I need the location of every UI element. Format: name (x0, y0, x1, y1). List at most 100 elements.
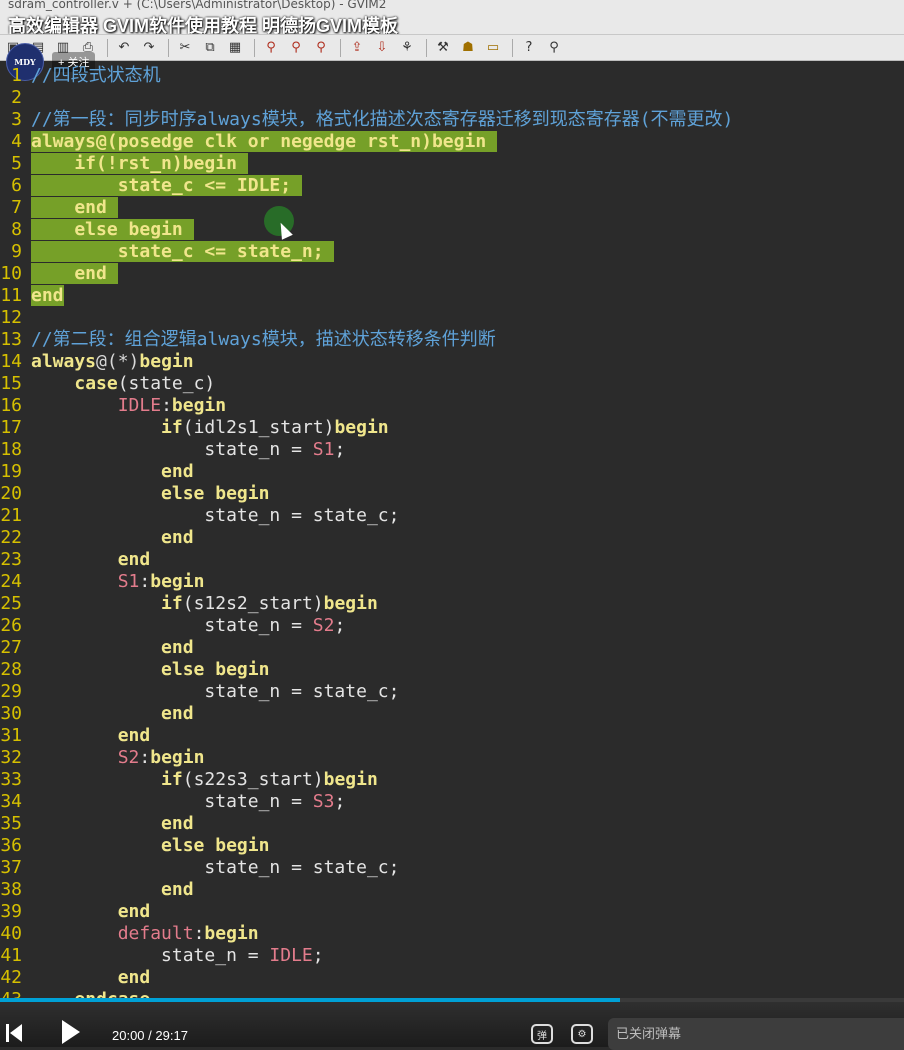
code-line[interactable]: 21 state_n = state_c; (0, 505, 399, 527)
code-line[interactable]: 25 if(s12s2_start)begin (0, 593, 378, 615)
code-line[interactable]: 11 end (0, 285, 64, 307)
code-text: S2:begin (22, 747, 205, 769)
find-replace-icon[interactable]: ⚲ (260, 38, 282, 58)
run-script-icon[interactable]: ⚘ (396, 38, 418, 58)
code-keyword: begin (323, 593, 378, 614)
save-session-icon[interactable]: ⇩ (371, 38, 393, 58)
code-line[interactable]: 26 state_n = S2; (0, 615, 345, 637)
code-text: state_c <= state_n; (22, 241, 335, 263)
code-token: state_n = (31, 615, 313, 636)
code-text: end (22, 285, 64, 307)
make-icon[interactable]: ⚒ (432, 38, 454, 58)
code-token: state_n = state_c; (31, 505, 400, 526)
line-number: 32 (0, 747, 22, 768)
code-keyword: end (161, 813, 194, 834)
code-line[interactable]: 33 if(s22s3_start)begin (0, 769, 378, 791)
code-line[interactable]: 41 state_n = IDLE; (0, 945, 323, 967)
toolbar-divider (512, 38, 513, 57)
copy-icon[interactable]: ⧉ (199, 38, 221, 58)
toolbar-divider (426, 38, 427, 57)
code-line[interactable]: 28 else begin (0, 659, 269, 681)
code-text: else begin (22, 659, 269, 681)
code-line[interactable]: 9 state_c <= state_n; (0, 241, 335, 263)
code-line[interactable]: 6 state_c <= IDLE; (0, 175, 302, 197)
line-number: 19 (0, 461, 22, 482)
previous-icon[interactable] (6, 1024, 9, 1042)
line-number: 23 (0, 549, 22, 570)
code-line[interactable]: 40 default:begin (0, 923, 258, 945)
code-comment: //第一段：同步时序always模块，格式化描述次态寄存器迁移到现态寄存器(不需… (31, 109, 734, 130)
toolbar: ▣ ▤ ▥ ⎙ ↶ ↷ ✂ ⧉ ▦ ⚲ ⚲ ⚲ ⇪ ⇩ ⚘ ⚒ ☗ ▭ ? ⚲ (0, 35, 904, 61)
code-text: end (22, 527, 194, 549)
redo-icon[interactable]: ↷ (138, 38, 160, 58)
code-line[interactable]: 12 (0, 307, 31, 329)
code-line[interactable]: 15 case(state_c) (0, 373, 215, 395)
code-selection: always@(posedge clk or negedge rst_n)beg… (31, 131, 497, 152)
danmaku-input[interactable]: 已关闭弹幕 (608, 1018, 904, 1050)
code-line[interactable]: 20 else begin (0, 483, 269, 505)
code-text: case(state_c) (22, 373, 215, 395)
code-selection: state_c <= state_n; (31, 241, 335, 262)
code-line[interactable]: 16 IDLE:begin (0, 395, 226, 417)
help-icon[interactable]: ? (518, 38, 540, 58)
code-line[interactable]: 1 //四段式状态机 (0, 65, 161, 87)
find-prev-icon[interactable]: ⚲ (310, 38, 332, 58)
code-constant: S1 (312, 439, 335, 460)
code-text: always@(posedge clk or negedge rst_n)beg… (22, 131, 497, 153)
code-line[interactable]: 14 always@(*)begin (0, 351, 193, 373)
code-line[interactable]: 37 state_n = state_c; (0, 857, 399, 879)
code-line[interactable]: 2 (0, 87, 31, 109)
shell-icon[interactable]: ☗ (457, 38, 479, 58)
previous-button[interactable] (10, 1024, 22, 1042)
code-line[interactable]: 19 end (0, 461, 193, 483)
code-keyword: if (161, 769, 183, 790)
code-line[interactable]: 5 if(!rst_n)begin (0, 153, 248, 175)
code-line[interactable]: 31 end (0, 725, 150, 747)
undo-icon[interactable]: ↶ (113, 38, 135, 58)
code-line[interactable]: 3 //第一段：同步时序always模块，格式化描述次态寄存器迁移到现态寄存器(不… (0, 109, 733, 131)
paste-icon[interactable]: ▦ (224, 38, 246, 58)
code-line[interactable]: 35 end (0, 813, 194, 835)
code-line[interactable]: 22 end (0, 527, 194, 549)
line-number: 25 (0, 593, 22, 614)
code-line[interactable]: 30 end (0, 703, 193, 725)
code-line[interactable]: 7 end (0, 197, 118, 219)
code-line[interactable]: 4 always@(posedge clk or negedge rst_n)be… (0, 131, 497, 153)
find-next-icon[interactable]: ⚲ (285, 38, 307, 58)
toolbar-divider (254, 38, 255, 57)
code-line[interactable]: 17 if(idl2s1_start)begin (0, 417, 388, 439)
play-button[interactable] (62, 1020, 80, 1044)
line-number: 18 (0, 439, 22, 460)
code-line[interactable]: 32 S2:begin (0, 747, 204, 769)
code-comment: //四段式状态机 (31, 65, 161, 86)
code-editor[interactable]: 1 //四段式状态机 2 3 //第一段：同步时序always模块，格式化描述次态寄存器… (0, 65, 904, 1000)
code-line[interactable]: 34 state_n = S3; (0, 791, 345, 813)
code-line[interactable]: 42 end (0, 967, 150, 989)
cut-icon[interactable]: ✂ (174, 38, 196, 58)
code-line[interactable]: 13 //第二段：组合逻辑always模块，描述状态转移条件判断 (0, 329, 495, 351)
code-token: : (161, 395, 172, 416)
code-token: state_n = (31, 791, 313, 812)
code-line[interactable]: 10 end (0, 263, 118, 285)
danmaku-toggle-icon[interactable]: 弹 (531, 1024, 553, 1044)
code-text: S1:begin (22, 571, 205, 593)
code-line[interactable]: 39 end (0, 901, 150, 923)
code-line[interactable]: 36 else begin (0, 835, 269, 857)
line-number: 38 (0, 879, 22, 900)
code-line[interactable]: 38 end (0, 879, 193, 901)
current-time: 20:00 (112, 1028, 145, 1043)
code-line[interactable]: 18 state_n = S1; (0, 439, 345, 461)
danmaku-settings-icon[interactable]: ⚙ (571, 1024, 593, 1044)
tags-icon[interactable]: ▭ (482, 38, 504, 58)
load-session-icon[interactable]: ⇪ (346, 38, 368, 58)
code-line[interactable]: 24 S1:begin (0, 571, 204, 593)
code-line[interactable]: 29 state_n = state_c; (0, 681, 399, 703)
code-line[interactable]: 23 end (0, 549, 150, 571)
code-line[interactable]: 8 else begin (0, 219, 194, 241)
find-help-icon[interactable]: ⚲ (543, 38, 565, 58)
code-line[interactable]: 27 end (0, 637, 193, 659)
